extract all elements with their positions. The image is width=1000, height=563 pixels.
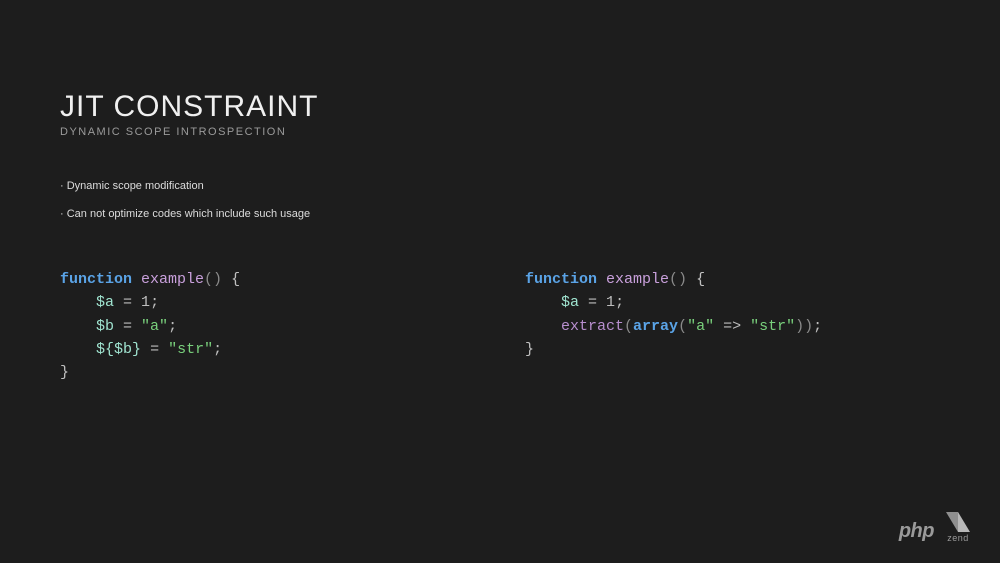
- string-a: "a": [141, 318, 168, 335]
- lparen: (: [678, 318, 687, 335]
- slide-title: JIT CONSTRAINT: [60, 90, 940, 124]
- slide-subtitle: DYNAMIC SCOPE INTROSPECTION: [60, 126, 940, 138]
- zend-mark-icon: [946, 512, 970, 532]
- equals: =: [579, 294, 606, 311]
- zend-text: zend: [947, 533, 969, 543]
- semicolon: ;: [615, 294, 624, 311]
- bullet-item: Dynamic scope modification: [60, 180, 940, 192]
- brace-close: }: [60, 364, 69, 381]
- string-str: "str": [750, 318, 795, 335]
- string-str: "str": [168, 341, 213, 358]
- footer-logos: php zend: [899, 512, 970, 543]
- lparen: (: [624, 318, 633, 335]
- arrow: =>: [714, 318, 750, 335]
- function-name: example: [141, 271, 204, 288]
- bullet-list: Dynamic scope modification Can not optim…: [60, 180, 940, 220]
- keyword-function: function: [525, 271, 597, 288]
- keyword-array: array: [633, 318, 678, 335]
- parens: (): [669, 271, 687, 288]
- rparen: ): [804, 318, 813, 335]
- equals: =: [114, 318, 141, 335]
- var-deref-inner: $b: [114, 341, 132, 358]
- code-block-right: function example() { $a = 1; extract(arr…: [525, 268, 940, 384]
- brace-close: }: [525, 341, 534, 358]
- semicolon: ;: [168, 318, 177, 335]
- zend-logo: zend: [946, 512, 970, 543]
- equals: =: [114, 294, 141, 311]
- rparen: ): [795, 318, 804, 335]
- var-deref-open: ${: [96, 341, 114, 358]
- slide: JIT CONSTRAINT DYNAMIC SCOPE INTROSPECTI…: [0, 0, 1000, 384]
- equals: =: [141, 341, 168, 358]
- parens: (): [204, 271, 222, 288]
- bullet-item: Can not optimize codes which include suc…: [60, 208, 940, 220]
- semicolon: ;: [813, 318, 822, 335]
- semicolon: ;: [213, 341, 222, 358]
- php-logo: php: [899, 520, 934, 543]
- code-row: function example() { $a = 1; $b = "a"; $…: [60, 268, 940, 384]
- var-deref-close: }: [132, 341, 141, 358]
- string-a: "a": [687, 318, 714, 335]
- var-a: $a: [561, 294, 579, 311]
- call-extract: extract: [561, 318, 624, 335]
- function-name: example: [606, 271, 669, 288]
- code-block-left: function example() { $a = 1; $b = "a"; $…: [60, 268, 475, 384]
- brace-open: {: [696, 271, 705, 288]
- keyword-function: function: [60, 271, 132, 288]
- var-b: $b: [96, 318, 114, 335]
- number-one: 1: [141, 294, 150, 311]
- var-a: $a: [96, 294, 114, 311]
- number-one: 1: [606, 294, 615, 311]
- brace-open: {: [231, 271, 240, 288]
- semicolon: ;: [150, 294, 159, 311]
